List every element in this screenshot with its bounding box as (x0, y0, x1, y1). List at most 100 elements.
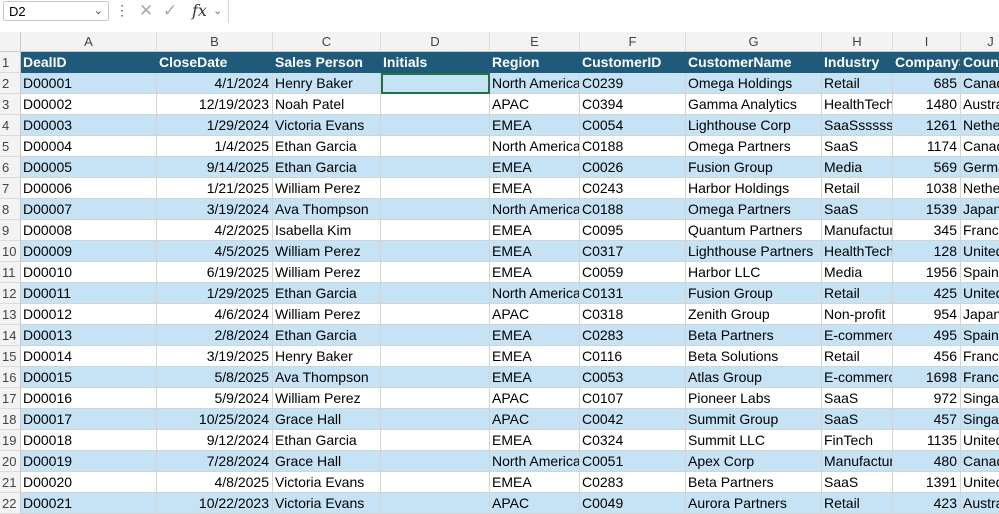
table-cell[interactable]: Summit Group (686, 409, 822, 430)
table-cell[interactable]: C0049 (580, 493, 686, 514)
table-cell[interactable]: 4/5/2025 (157, 241, 273, 262)
table-cell[interactable]: APAC (490, 388, 580, 409)
column-header-a[interactable]: A (21, 32, 157, 52)
table-cell[interactable]: 5/9/2024 (157, 388, 273, 409)
table-cell[interactable]: Manufacturing (822, 220, 893, 241)
table-cell[interactable]: Australia (961, 94, 999, 115)
table-cell[interactable]: C0317 (580, 241, 686, 262)
table-cell[interactable]: 2/8/2024 (157, 325, 273, 346)
table-cell[interactable] (381, 493, 490, 514)
formula-input[interactable] (228, 0, 999, 23)
table-cell[interactable]: FinTech (822, 430, 893, 451)
table-cell[interactable]: Ava Thompson (273, 367, 381, 388)
table-cell[interactable]: United States (961, 283, 999, 304)
table-cell[interactable]: France (961, 367, 999, 388)
table-cell[interactable]: D00006 (21, 178, 157, 199)
table-cell[interactable]: APAC (490, 409, 580, 430)
table-cell[interactable] (381, 430, 490, 451)
table-cell[interactable]: Ethan Garcia (273, 325, 381, 346)
table-cell[interactable]: Manufacturing (822, 451, 893, 472)
table-cell[interactable]: EMEA (490, 262, 580, 283)
table-cell[interactable]: EMEA (490, 220, 580, 241)
row-number[interactable]: 5 (0, 136, 21, 157)
table-cell[interactable]: C0131 (580, 283, 686, 304)
column-header-b[interactable]: B (157, 32, 273, 52)
table-cell[interactable] (381, 325, 490, 346)
table-cell[interactable] (381, 157, 490, 178)
table-cell[interactable]: Spain (961, 262, 999, 283)
row-number[interactable]: 17 (0, 388, 21, 409)
table-cell[interactable]: EMEA (490, 115, 580, 136)
table-cell[interactable]: D00019 (21, 451, 157, 472)
row-number[interactable]: 16 (0, 367, 21, 388)
column-header-i[interactable]: I (893, 32, 961, 52)
row-number[interactable]: 20 (0, 451, 21, 472)
table-cell[interactable]: 6/19/2025 (157, 262, 273, 283)
table-cell[interactable]: 10/25/2024 (157, 409, 273, 430)
table-cell[interactable]: 4/2/2025 (157, 220, 273, 241)
table-cell[interactable]: 1174 (893, 136, 961, 157)
table-cell[interactable]: EMEA (490, 325, 580, 346)
table-cell[interactable]: 1480 (893, 94, 961, 115)
table-cell[interactable]: Retail (822, 346, 893, 367)
enter-icon[interactable]: ✓ (163, 1, 177, 21)
table-cell[interactable]: EMEA (490, 367, 580, 388)
row-number[interactable]: 12 (0, 283, 21, 304)
table-cell[interactable]: C0394 (580, 94, 686, 115)
table-cell[interactable]: C0283 (580, 325, 686, 346)
column-header-j[interactable]: J (961, 32, 999, 52)
table-cell[interactable]: France (961, 346, 999, 367)
table-cell[interactable]: 685 (893, 73, 961, 94)
column-header-h[interactable]: H (822, 32, 893, 52)
table-cell[interactable]: Quantum Partners (686, 220, 822, 241)
row-number[interactable]: 6 (0, 157, 21, 178)
table-cell[interactable] (381, 262, 490, 283)
table-cell[interactable]: C0318 (580, 304, 686, 325)
table-cell[interactable]: 954 (893, 304, 961, 325)
fx-chevron-down-icon[interactable]: ⌄ (213, 4, 222, 17)
table-cell[interactable]: EMEA (490, 430, 580, 451)
table-cell[interactable]: 4/6/2024 (157, 304, 273, 325)
table-cell[interactable]: 10/22/2023 (157, 493, 273, 514)
column-title-cell[interactable]: CloseDate (157, 52, 273, 73)
table-cell[interactable]: Victoria Evans (273, 115, 381, 136)
row-number[interactable]: 4 (0, 115, 21, 136)
table-cell[interactable]: Japan (961, 199, 999, 220)
table-cell[interactable]: 457 (893, 409, 961, 430)
column-header-f[interactable]: F (580, 32, 686, 52)
table-cell[interactable]: SaaS (822, 136, 893, 157)
table-cell[interactable]: 3/19/2024 (157, 199, 273, 220)
table-cell[interactable]: C0026 (580, 157, 686, 178)
table-cell[interactable]: D00008 (21, 220, 157, 241)
table-cell[interactable]: France (961, 220, 999, 241)
table-cell[interactable]: 1/29/2025 (157, 283, 273, 304)
table-cell[interactable]: Noah Patel (273, 94, 381, 115)
table-cell[interactable]: Pioneer Labs (686, 388, 822, 409)
table-cell[interactable]: Germany (961, 157, 999, 178)
table-cell[interactable]: North America (490, 73, 580, 94)
table-cell[interactable]: Lighthouse Corp (686, 115, 822, 136)
table-cell[interactable] (381, 136, 490, 157)
table-cell[interactable]: 480 (893, 451, 961, 472)
table-cell[interactable]: Retail (822, 283, 893, 304)
table-cell[interactable]: United States (961, 472, 999, 493)
table-cell[interactable]: Harbor LLC (686, 262, 822, 283)
table-cell[interactable]: Japan (961, 304, 999, 325)
table-cell[interactable] (381, 388, 490, 409)
table-cell[interactable]: C0243 (580, 178, 686, 199)
table-cell[interactable] (381, 115, 490, 136)
table-cell[interactable]: Victoria Evans (273, 472, 381, 493)
table-cell[interactable]: D00020 (21, 472, 157, 493)
table-cell[interactable]: SaaS (822, 409, 893, 430)
table-cell[interactable]: William Perez (273, 388, 381, 409)
table-cell[interactable]: C0324 (580, 430, 686, 451)
table-cell[interactable]: Non-profit (822, 304, 893, 325)
table-cell[interactable]: D00003 (21, 115, 157, 136)
column-title-cell[interactable]: Sales Person (273, 52, 381, 73)
table-cell[interactable]: Beta Partners (686, 325, 822, 346)
select-all-corner[interactable] (0, 32, 21, 52)
table-cell[interactable]: 425 (893, 283, 961, 304)
row-number[interactable]: 22 (0, 493, 21, 514)
table-cell[interactable]: C0283 (580, 472, 686, 493)
table-cell[interactable]: Zenith Group (686, 304, 822, 325)
